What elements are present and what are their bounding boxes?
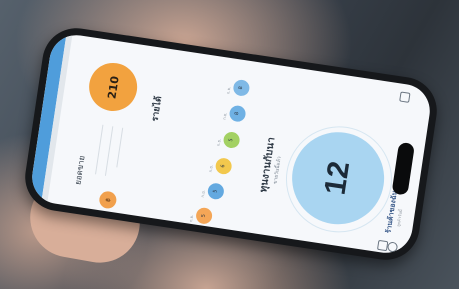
left-sub: ยอดขาย [73,155,87,186]
bubble-label: ก.ย. [199,189,206,198]
right-sub: ลูกค้าวันนี้ [395,208,404,227]
home-icon[interactable] [399,91,411,103]
day-bubble[interactable]: 5 [206,182,225,201]
divider-line [116,127,124,168]
day-bubble[interactable]: 6 [214,157,233,176]
bubble-label: ก.ย. [207,164,214,173]
bubble-label: ก.ย. [188,214,195,223]
sales-circle[interactable]: 210 [85,59,141,115]
camera-cutout [391,141,415,196]
day-bubble[interactable]: 8 [228,104,247,123]
main-value: 12 [318,159,357,198]
divider-line [95,124,104,175]
sales-value: 210 [105,74,122,100]
day-bubble[interactable]: 8 [232,78,251,98]
bubble-label: ก.ย. [221,112,228,121]
day-bubble[interactable]: 5 [222,130,241,150]
left-heading: รายได้ [150,95,165,123]
bubble-label: ก.ย. [225,86,232,95]
settings-icon[interactable] [386,241,399,253]
day-bubble[interactable]: 5 [194,206,214,225]
badge-text: ฿ [104,197,112,203]
orange-badge[interactable]: ฿ [98,190,118,210]
divider-line [104,126,114,176]
bubble-label: ก.ย. [215,138,222,147]
